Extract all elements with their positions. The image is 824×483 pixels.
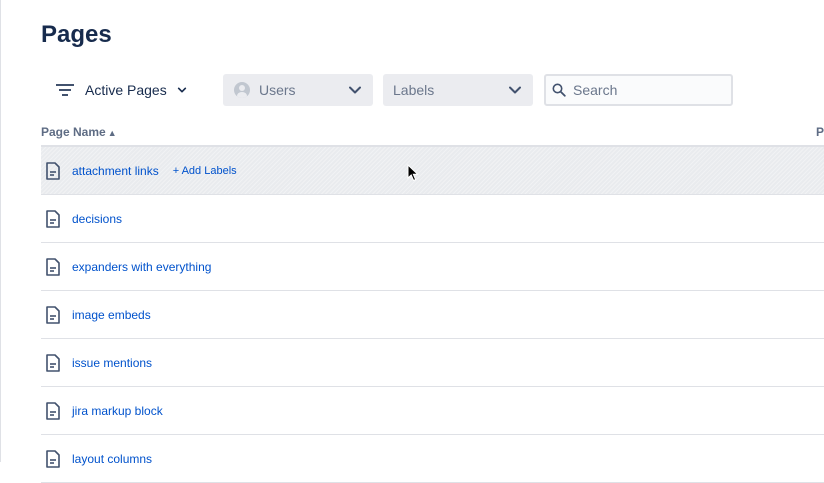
mouse-pointer-icon <box>407 164 419 182</box>
table-row: decisions <box>41 195 824 243</box>
chevron-down-icon <box>349 86 361 94</box>
column-header-page-name[interactable]: Page Name ▲ <box>41 125 117 139</box>
page-document-icon <box>46 305 60 324</box>
page-title-link[interactable]: image embeds <box>72 308 151 322</box>
page-title: Pages <box>41 21 112 48</box>
table-row: issue mentions <box>41 339 824 387</box>
page-title-link[interactable]: layout columns <box>72 452 152 466</box>
filter-lines-icon <box>56 84 74 96</box>
page-document-icon <box>46 353 60 372</box>
table-row: image embeds <box>41 291 824 339</box>
pages-table: attachment links + Add Labels decisions … <box>41 147 824 483</box>
sort-ascending-icon: ▲ <box>107 128 117 138</box>
column-header-label: P <box>816 125 824 139</box>
table-row: layout columns <box>41 435 824 483</box>
search-input[interactable] <box>573 82 723 98</box>
search-box[interactable] <box>544 74 733 106</box>
column-header-partial[interactable]: P <box>816 125 824 139</box>
chevron-down-icon <box>509 86 521 94</box>
page-title-link[interactable]: attachment links <box>72 164 159 178</box>
column-header-label: Page Name <box>41 125 106 139</box>
users-filter-dropdown[interactable]: Users <box>223 74 373 106</box>
page-document-icon <box>46 209 60 228</box>
labels-filter-label: Labels <box>393 82 435 98</box>
active-pages-filter[interactable]: Active Pages <box>48 74 206 106</box>
page-title-link[interactable]: issue mentions <box>72 356 152 370</box>
page-title-link[interactable]: expanders with everything <box>72 260 211 274</box>
page-left-border <box>0 0 1 462</box>
table-row: attachment links + Add Labels <box>41 147 824 195</box>
chevron-down-icon <box>177 87 186 93</box>
search-icon <box>552 83 566 97</box>
users-filter-label: Users <box>259 82 296 98</box>
page-document-icon <box>46 161 60 180</box>
labels-filter-dropdown[interactable]: Labels <box>383 74 533 106</box>
add-labels-link[interactable]: + Add Labels <box>173 165 237 177</box>
page-document-icon <box>46 257 60 276</box>
page-title-link[interactable]: jira markup block <box>72 404 163 418</box>
table-row: expanders with everything <box>41 243 824 291</box>
page-title-link[interactable]: decisions <box>72 212 122 226</box>
user-avatar-icon <box>234 82 250 98</box>
page-document-icon <box>46 401 60 420</box>
page-document-icon <box>46 449 60 468</box>
table-row: jira markup block <box>41 387 824 435</box>
active-pages-label: Active Pages <box>85 82 167 98</box>
